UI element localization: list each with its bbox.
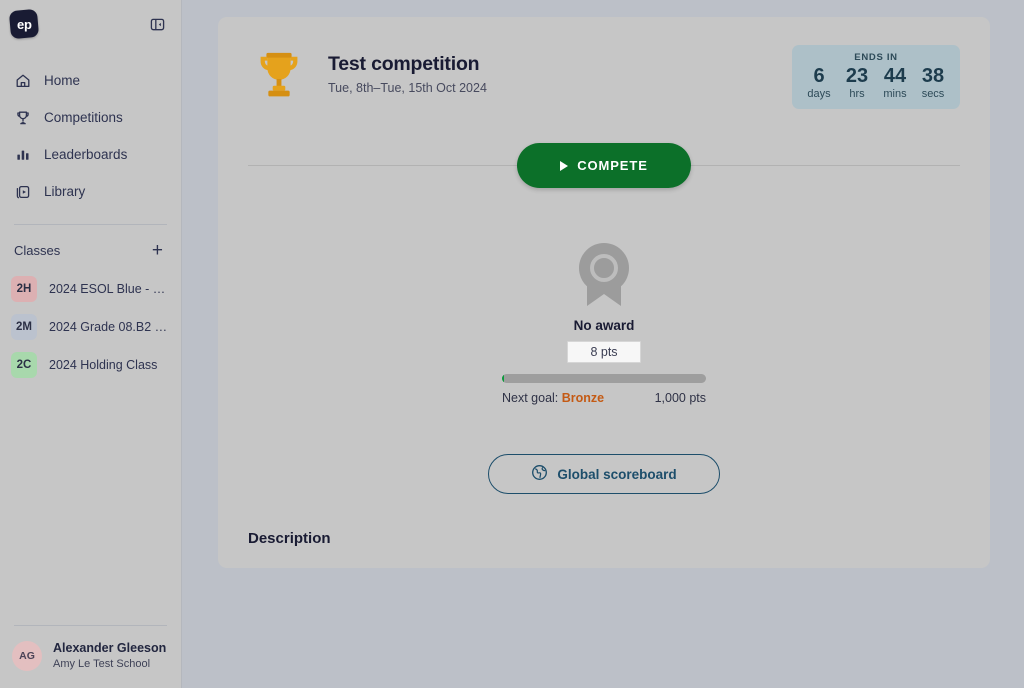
trophy-icon: [14, 109, 31, 126]
sidebar-footer: AG Alexander Gleeson Amy Le Test School: [0, 625, 181, 688]
award-panel: No award 8 pts Next goal: Bronze 1,000 p…: [488, 218, 720, 419]
sidebar-item-label: Home: [44, 73, 81, 88]
home-icon: [14, 72, 31, 89]
app-logo[interactable]: ep: [8, 8, 40, 40]
avatar: AG: [12, 641, 42, 672]
next-goal-text: Next goal: Bronze: [502, 391, 604, 405]
class-item-2c[interactable]: 2C 2024 Holding Class: [0, 346, 181, 384]
sidebar-item-competitions[interactable]: Competitions: [0, 99, 181, 136]
countdown-heading: ENDS IN: [854, 52, 898, 63]
countdown-label: mins: [883, 88, 907, 100]
goal-points: 1,000 pts: [654, 391, 706, 405]
countdown-label: days: [807, 88, 831, 100]
trophy-icon: [248, 47, 310, 109]
competition-title-block: Test competition Tue, 8th–Tue, 15th Oct …: [328, 45, 487, 95]
sidebar: ep Home Competitions Leaderboards Librar…: [0, 0, 182, 688]
competition-dates: Tue, 8th–Tue, 15th Oct 2024: [328, 81, 487, 95]
user-profile[interactable]: AG Alexander Gleeson Amy Le Test School: [0, 640, 181, 672]
award-status: No award: [573, 318, 635, 333]
classes-section-header: Classes +: [0, 225, 181, 270]
description-heading: Description: [248, 530, 331, 547]
countdown-value: 38: [921, 65, 945, 87]
class-item-2h[interactable]: 2H 2024 ESOL Blue - Hig...: [0, 270, 181, 308]
next-goal-tier: Bronze: [561, 391, 605, 405]
sidebar-header: ep: [0, 0, 181, 48]
class-badge: 2C: [11, 352, 37, 378]
compete-button[interactable]: COMPETE: [517, 143, 691, 188]
play-icon: [560, 160, 569, 171]
classes-title: Classes: [14, 243, 61, 258]
sidebar-item-leaderboards[interactable]: Leaderboards: [0, 136, 181, 173]
user-name: Alexander Gleeson: [53, 641, 167, 656]
app-root: ep Home Competitions Leaderboards Librar…: [0, 0, 1024, 688]
countdown-seconds: 38 secs: [914, 65, 952, 100]
sidebar-item-label: Library: [44, 184, 86, 199]
countdown-value: 44: [883, 65, 907, 87]
award-progress-bar: [502, 374, 706, 383]
global-scoreboard-button[interactable]: Global scoreboard: [488, 454, 720, 494]
page-title: Test competition: [328, 53, 480, 75]
countdown-value: 23: [845, 65, 869, 87]
class-name: 2024 Holding Class: [49, 358, 158, 372]
user-text: Alexander Gleeson Amy Le Test School: [53, 640, 166, 672]
countdown-label: secs: [921, 88, 945, 100]
medal-icon: [571, 238, 637, 312]
library-play-icon: [14, 183, 31, 200]
class-name: 2024 Grade 08.B2 Sp...: [49, 320, 169, 334]
countdown-value: 6: [813, 65, 825, 87]
app-logo-text: ep: [16, 16, 32, 32]
footer-divider: [14, 625, 167, 627]
countdown-hours: 23 hrs: [838, 65, 876, 100]
global-scoreboard-label: Global scoreboard: [557, 466, 677, 482]
panel-collapse-icon[interactable]: [147, 14, 167, 34]
classes-list: 2H 2024 ESOL Blue - Hig... 2M 2024 Grade…: [0, 270, 181, 384]
countdown-timer: ENDS IN 6 days 23 hrs 44 mins 38 secs: [792, 45, 960, 109]
countdown-label: hrs: [849, 88, 865, 100]
sidebar-item-label: Leaderboards: [44, 147, 128, 162]
class-badge: 2M: [11, 314, 37, 340]
competition-header: Test competition Tue, 8th–Tue, 15th Oct …: [218, 17, 990, 109]
user-school: Amy Le Test School: [53, 658, 151, 671]
sidebar-item-library[interactable]: Library: [0, 173, 181, 210]
next-goal-label: Next goal:: [502, 391, 559, 405]
competition-card: Test competition Tue, 8th–Tue, 15th Oct …: [218, 17, 990, 568]
class-name: 2024 ESOL Blue - Hig...: [49, 282, 169, 296]
bar-chart-icon: [14, 146, 31, 163]
countdown-minutes: 44 mins: [876, 65, 914, 100]
sidebar-item-label: Competitions: [44, 110, 123, 125]
class-item-2m[interactable]: 2M 2024 Grade 08.B2 Sp...: [0, 308, 181, 346]
award-progress-fill: [502, 374, 505, 383]
sidebar-nav: Home Competitions Leaderboards Library: [0, 62, 181, 210]
add-class-button[interactable]: +: [150, 241, 165, 260]
countdown-days: 6 days: [800, 65, 838, 100]
countdown-units: 6 days 23 hrs 44 mins 38 secs: [800, 65, 952, 100]
points-chip: 8 pts: [567, 341, 641, 363]
compete-button-label: COMPETE: [577, 158, 648, 173]
main-content: Test competition Tue, 8th–Tue, 15th Oct …: [182, 0, 1024, 688]
globe-icon: [531, 464, 548, 484]
sidebar-item-home[interactable]: Home: [0, 62, 181, 99]
class-badge: 2H: [11, 276, 37, 302]
next-goal-row: Next goal: Bronze 1,000 pts: [502, 391, 706, 405]
